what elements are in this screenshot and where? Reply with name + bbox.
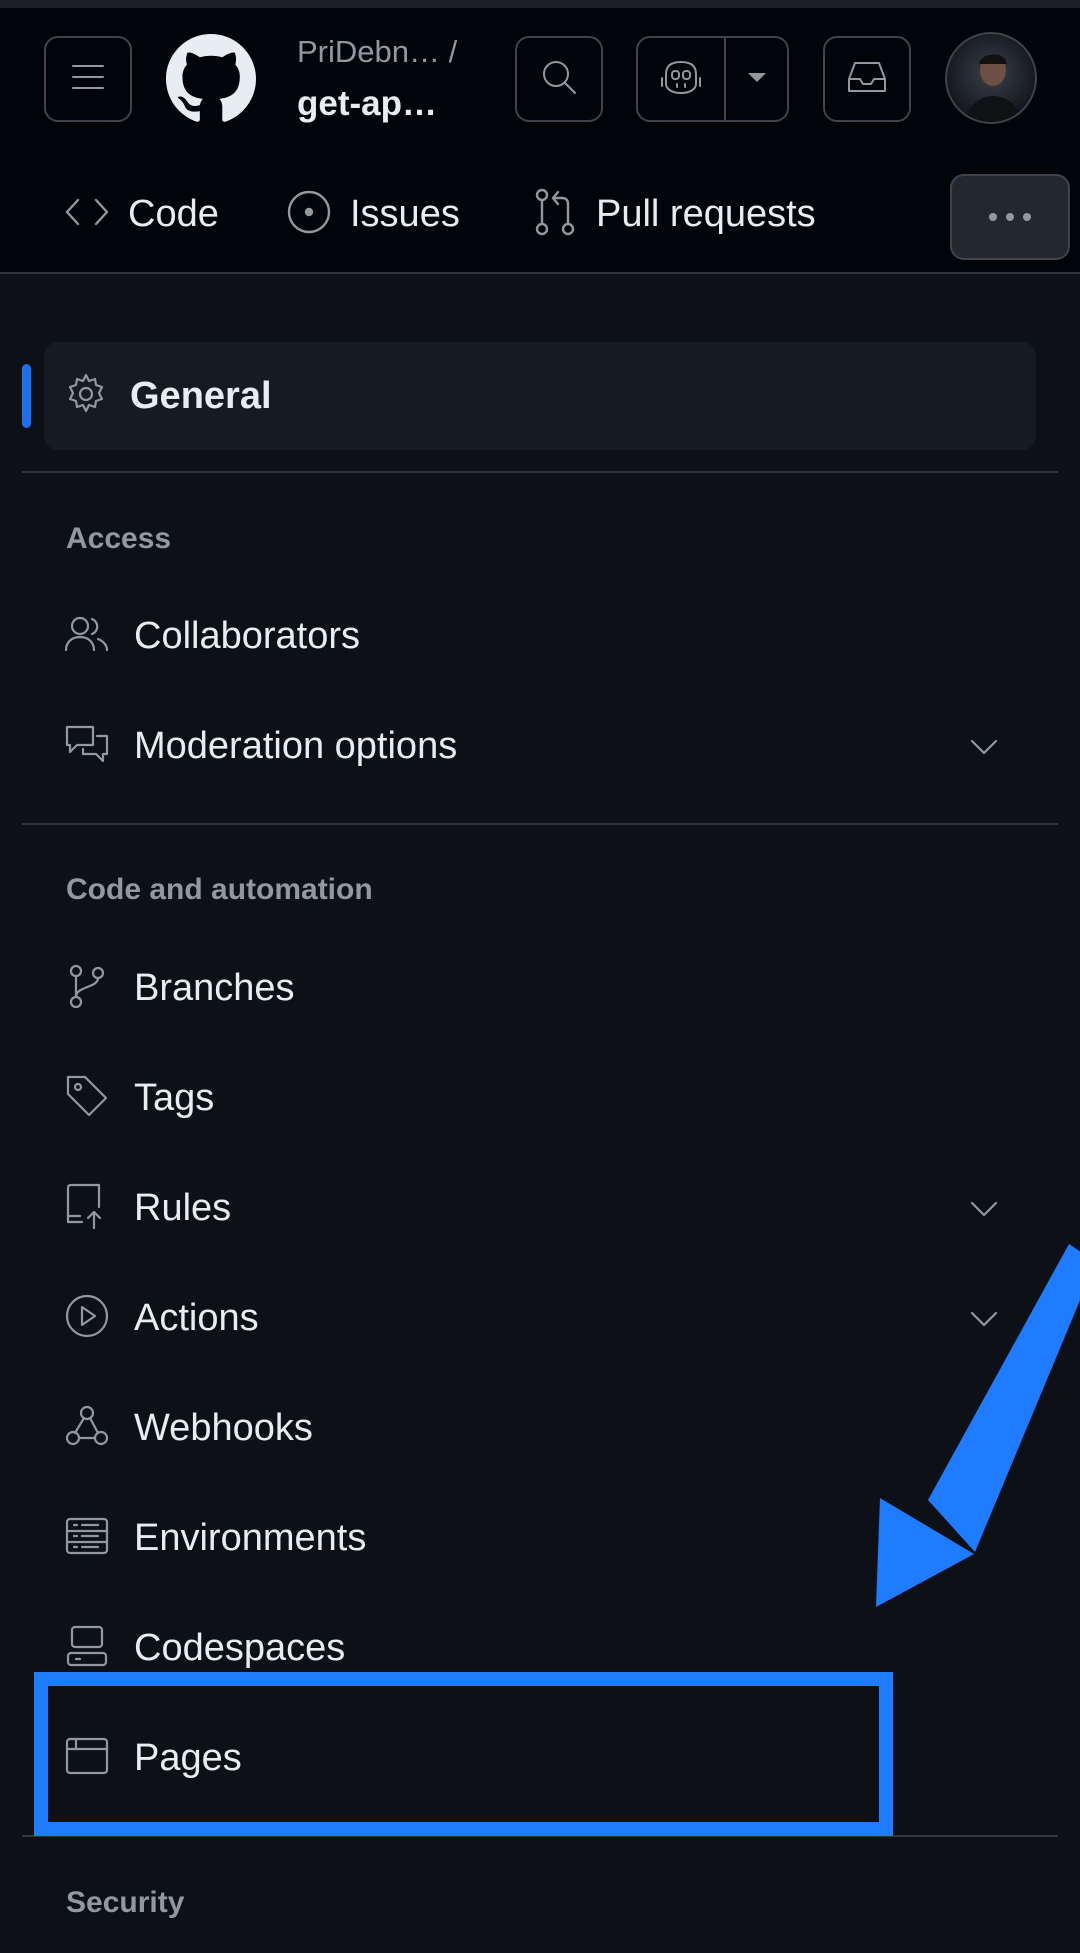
- active-indicator: [22, 364, 31, 428]
- tab-code-label: Code: [128, 192, 219, 235]
- comment-discussion-icon: [64, 722, 110, 771]
- section-title-security: Security: [66, 1886, 185, 1919]
- sidebar-item-codespaces[interactable]: Codespaces: [64, 1612, 1020, 1684]
- browser-icon: [64, 1735, 110, 1782]
- divider: [22, 471, 1058, 473]
- sidebar-item-branches[interactable]: Branches: [64, 952, 1020, 1024]
- inbox-button[interactable]: [823, 36, 911, 122]
- copilot-button-group: [636, 36, 789, 122]
- play-icon: [64, 1293, 110, 1344]
- triangle-down-icon: [745, 69, 769, 90]
- breadcrumb-repo[interactable]: get-ap…: [297, 84, 437, 124]
- chevron-down-icon: [968, 1304, 1000, 1337]
- sidebar-item-label: Actions: [134, 1296, 259, 1339]
- tab-pull-requests-label: Pull requests: [596, 192, 816, 235]
- issue-opened-icon: [286, 189, 332, 240]
- sidebar-item-webhooks[interactable]: Webhooks: [64, 1392, 1020, 1464]
- breadcrumb-owner[interactable]: PriDebn… /: [297, 34, 457, 70]
- sidebar-item-moderation-options[interactable]: Moderation options: [64, 710, 1020, 782]
- tab-code[interactable]: Code: [64, 184, 219, 244]
- inbox-icon: [845, 57, 889, 102]
- menu-button[interactable]: [44, 36, 132, 122]
- section-title-code-and-automation: Code and automation: [66, 873, 373, 906]
- sidebar-item-general-label: General: [130, 374, 272, 417]
- sidebar-item-label: Environments: [134, 1516, 367, 1559]
- copilot-button[interactable]: [638, 38, 726, 120]
- app-header: PriDebn… / get-ap… Code Issues Pull requ…: [0, 8, 1080, 274]
- status-strip: [0, 0, 1080, 8]
- user-avatar[interactable]: [945, 32, 1037, 124]
- sidebar-item-label: Moderation options: [134, 724, 458, 767]
- code-icon: [64, 192, 110, 237]
- sidebar-item-label: Collaborators: [134, 614, 360, 657]
- sidebar-item-label: Rules: [134, 1186, 232, 1229]
- sidebar-item-tags[interactable]: Tags: [64, 1062, 1020, 1134]
- github-logo[interactable]: [166, 34, 256, 124]
- section-title-access: Access: [66, 522, 172, 555]
- chevron-down-icon: [968, 1194, 1000, 1227]
- tab-issues[interactable]: Issues: [286, 184, 460, 244]
- git-pull-request-icon: [532, 186, 578, 243]
- kebab-dot-icon: [989, 213, 997, 221]
- more-tabs-button[interactable]: [950, 174, 1070, 260]
- sidebar-item-label: Webhooks: [134, 1406, 313, 1449]
- repo-push-icon: [64, 1182, 110, 1235]
- sidebar-item-label: Tags: [134, 1076, 215, 1119]
- gear-icon: [64, 372, 108, 421]
- sidebar-item-collaborators[interactable]: Collaborators: [64, 600, 1020, 672]
- webhook-icon: [64, 1403, 110, 1454]
- copilot-icon: [658, 56, 704, 103]
- codespaces-icon: [64, 1623, 110, 1674]
- chevron-down-icon: [968, 732, 1000, 765]
- sidebar-item-rules[interactable]: Rules: [64, 1172, 1020, 1244]
- search-icon: [538, 56, 580, 103]
- people-icon: [64, 614, 110, 659]
- tag-icon: [64, 1073, 110, 1124]
- hamburger-icon: [68, 57, 108, 102]
- tab-issues-label: Issues: [350, 192, 460, 235]
- divider: [22, 1835, 1058, 1837]
- sidebar-item-pages[interactable]: Pages: [64, 1722, 1020, 1794]
- search-button[interactable]: [515, 36, 603, 122]
- divider: [22, 823, 1058, 825]
- sidebar-item-label: Codespaces: [134, 1626, 346, 1669]
- sidebar-item-environments[interactable]: Environments: [64, 1502, 1020, 1574]
- sidebar-item-label: Pages: [134, 1736, 242, 1779]
- sidebar-item-label: Branches: [134, 966, 295, 1009]
- git-branch-icon: [64, 963, 110, 1014]
- sidebar-item-actions[interactable]: Actions: [64, 1282, 1020, 1354]
- sidebar-item-general[interactable]: General: [44, 342, 1036, 450]
- server-icon: [64, 1515, 110, 1562]
- copilot-dropdown[interactable]: [726, 38, 787, 120]
- tab-pull-requests[interactable]: Pull requests: [532, 184, 816, 244]
